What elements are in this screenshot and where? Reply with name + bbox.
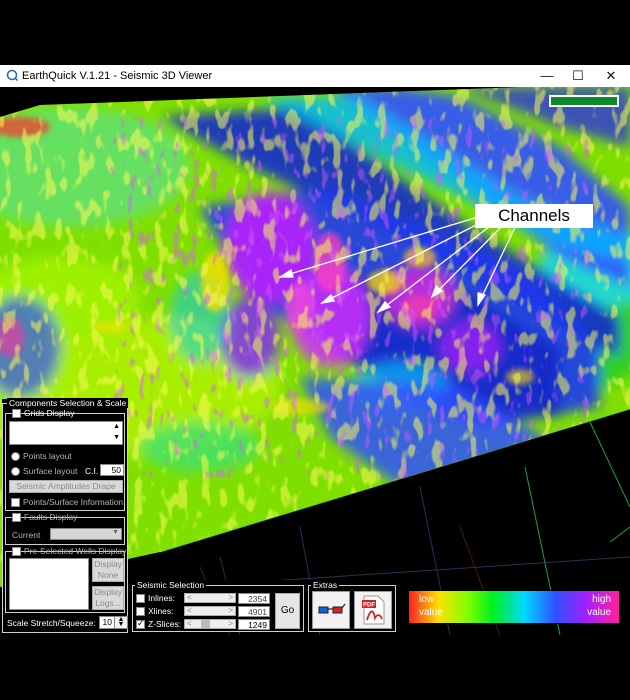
- wells-display-checkbox[interactable]: [12, 547, 21, 556]
- scale-stretch-spinner[interactable]: ▲ ▼: [114, 616, 128, 629]
- surface-layout-label: Surface layout: [23, 466, 78, 476]
- seismic-selection-panel: Seismic Selection Inlines: < > 2354 Xline…: [132, 580, 304, 632]
- xlines-checkbox[interactable]: [136, 607, 145, 616]
- zslices-slider-thumb[interactable]: [201, 620, 210, 628]
- zslices-value[interactable]: 1249: [238, 619, 270, 630]
- scale-stretch-label: Scale Stretch/Squeeze:: [7, 618, 96, 628]
- zslices-checkbox[interactable]: [136, 618, 145, 629]
- display-logs-line1: Display: [94, 587, 122, 597]
- progress-indicator: [549, 95, 619, 107]
- ci-label: C.I.: [85, 466, 99, 476]
- chevron-up-icon[interactable]: ▲: [113, 423, 120, 430]
- go-button[interactable]: Go: [275, 593, 300, 629]
- title-bar: EarthQuick V.1.21 - Seismic 3D Viewer — …: [0, 65, 630, 87]
- seismic-selection-title: Seismic Selection: [135, 580, 207, 590]
- display-none-line2: None: [97, 570, 119, 580]
- current-label: Current: [12, 530, 41, 540]
- extras-panel: Extras PDF: [308, 580, 396, 632]
- inlines-slider[interactable]: < >: [184, 593, 236, 603]
- pdf-icon: PDF: [362, 595, 385, 625]
- 3d-glasses-icon: [318, 603, 346, 614]
- inlines-value[interactable]: 2354: [238, 593, 270, 604]
- maximize-button[interactable]: ☐: [566, 67, 590, 85]
- zslices-slider[interactable]: < >: [184, 619, 236, 629]
- current-fault-select[interactable]: ▼: [50, 528, 122, 540]
- legend-low-line2: value: [419, 607, 443, 618]
- 3d-glasses-button[interactable]: [312, 591, 350, 629]
- close-button[interactable]: ✕: [599, 67, 623, 85]
- ci-input[interactable]: 50: [100, 464, 124, 476]
- legend-high-line1: high: [592, 594, 611, 605]
- wells-display-label: Pre-Selected Wells Display: [24, 546, 127, 556]
- chevron-down-icon[interactable]: ▼: [113, 434, 120, 441]
- grids-display-checkbox[interactable]: [12, 409, 21, 418]
- inlines-checkbox[interactable]: [136, 594, 145, 603]
- grids-display-label: Grids Display: [24, 408, 75, 418]
- display-logs-button[interactable]: Display Logs...: [92, 586, 124, 610]
- scale-stretch-input[interactable]: 10: [99, 616, 115, 629]
- amplitude-color-legend: low value high value: [408, 590, 620, 624]
- components-panel-title: Components Selection & Scale: [7, 398, 129, 408]
- channels-annotation: Channels: [475, 204, 593, 228]
- window-title: EarthQuick V.1.21 - Seismic 3D Viewer: [22, 70, 213, 82]
- components-panel: Components Selection & Scale Grids Displ…: [2, 398, 129, 633]
- xlines-slider[interactable]: < >: [184, 606, 236, 616]
- chevron-down-icon: ▼: [112, 529, 119, 536]
- display-none-line1: Display: [94, 559, 122, 569]
- export-pdf-button[interactable]: PDF: [354, 591, 392, 629]
- legend-low-line1: low: [419, 594, 435, 605]
- wells-listbox[interactable]: [9, 558, 89, 610]
- surface-layout-radio[interactable]: [11, 467, 20, 476]
- minimize-button[interactable]: —: [535, 67, 559, 85]
- app-icon: [6, 69, 18, 81]
- display-none-button[interactable]: Display None: [92, 558, 124, 582]
- points-surface-info-checkbox[interactable]: [11, 498, 20, 507]
- svg-text:PDF: PDF: [363, 603, 375, 609]
- legend-high-line2: value: [587, 607, 611, 618]
- extras-title: Extras: [311, 580, 340, 590]
- grids-listbox[interactable]: ▲ ▼: [9, 421, 123, 445]
- xlines-value[interactable]: 4901: [238, 606, 270, 617]
- points-surface-info-label: Points/Surface Information: [23, 497, 124, 507]
- zslices-label: Z-Slices:: [148, 619, 182, 629]
- faults-display-checkbox[interactable]: [12, 513, 21, 522]
- seismic-amplitudes-drape-button[interactable]: Seismic Amplitudes Drape: [9, 480, 123, 493]
- points-layout-radio[interactable]: [11, 452, 20, 461]
- points-layout-label: Points layout: [23, 451, 72, 461]
- display-logs-line2: Logs...: [95, 598, 121, 608]
- xlines-label: Xlines:: [148, 606, 174, 616]
- inlines-label: Inlines:: [148, 593, 175, 603]
- faults-display-label: Faults Display: [24, 512, 78, 522]
